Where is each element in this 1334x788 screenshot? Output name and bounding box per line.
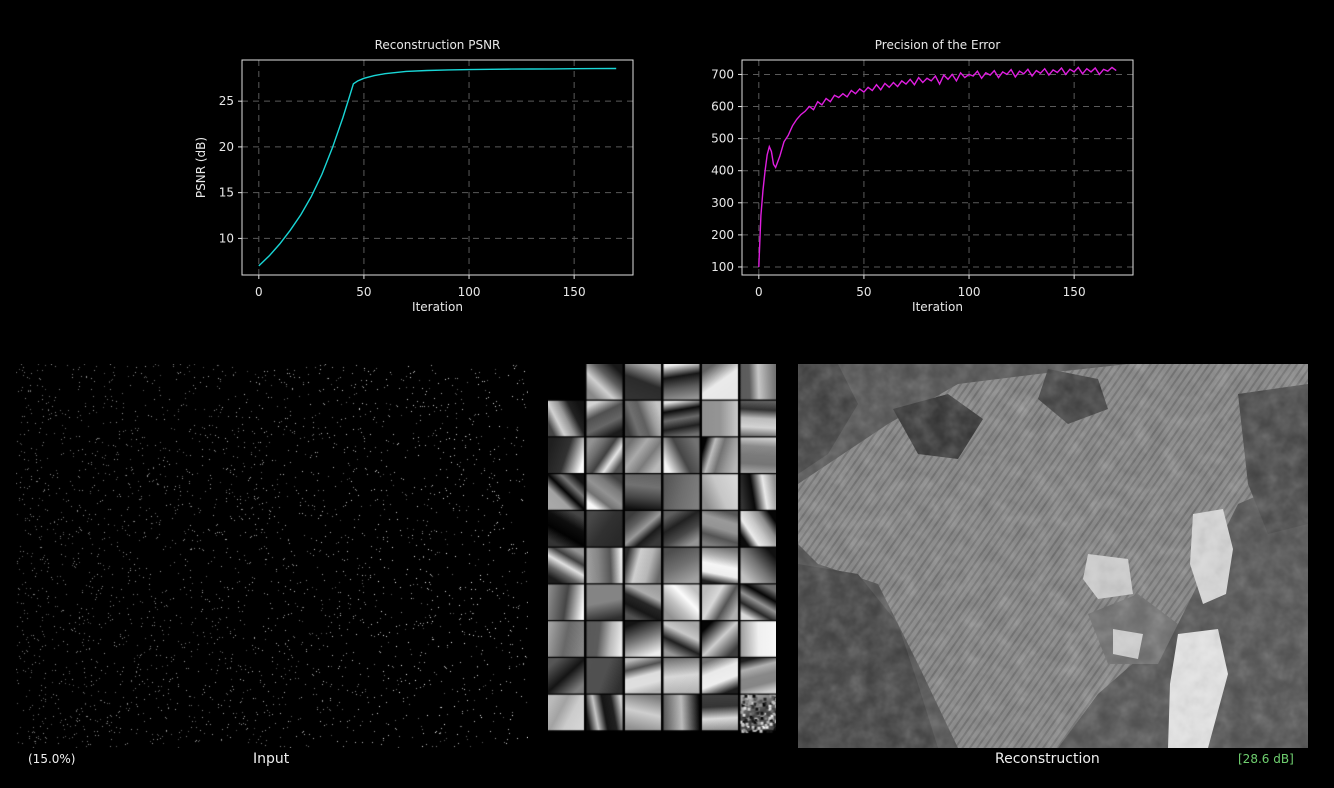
- precision-title: Precision of the Error: [875, 38, 1001, 52]
- reconstruction-image-svg: [798, 364, 1308, 748]
- psnr-ylabel: PSNR (dB): [194, 137, 208, 198]
- psnr-value-label: [28.6 dB]: [1238, 752, 1294, 766]
- precision-xtick-label: 100: [958, 285, 981, 299]
- dictionary-atoms-canvas: [548, 364, 776, 748]
- dictionary-atoms-grid: [548, 364, 776, 748]
- psnr-xtick-label: 0: [255, 285, 263, 299]
- psnr-ytick-label: 20: [219, 140, 234, 154]
- precision-xtick-label: 50: [856, 285, 871, 299]
- precision-series-line: [758, 66, 1117, 268]
- reconstruction-image: [798, 364, 1308, 748]
- psnr-series-line: [258, 67, 617, 267]
- precision-chart: 0 50 100 150 100 200 300 400 500 600 700 Precision …: [667, 0, 1334, 330]
- psnr-ytick-label: 15: [219, 186, 234, 200]
- psnr-xtick-label: 50: [356, 285, 371, 299]
- precision-ytick-label: 200: [711, 228, 734, 242]
- psnr-xtick-label: 100: [458, 285, 481, 299]
- input-image: [16, 364, 528, 748]
- precision-xlabel: Iteration: [912, 300, 963, 314]
- psnr-xlabel: Iteration: [412, 300, 463, 314]
- reconstruction-label: Reconstruction: [995, 751, 1100, 767]
- precision-ytick-label: 600: [711, 100, 734, 114]
- psnr-chart: 0 50 100 150 10 15 20 25 Reconstruction PSNR Iter…: [0, 0, 667, 330]
- psnr-title: Reconstruction PSNR: [375, 38, 501, 52]
- precision-xtick-label: 0: [755, 285, 763, 299]
- input-label: Input: [253, 751, 290, 767]
- precision-xtick-label: 150: [1063, 285, 1086, 299]
- precision-frame: [741, 59, 1134, 276]
- psnr-chart-svg: 0 50 100 150 10 15 20 25 Reconstruction PSNR Iter…: [194, 38, 634, 314]
- precision-ytick-label: 700: [711, 67, 734, 81]
- precision-ytick-label: 500: [711, 132, 734, 146]
- psnr-frame: [241, 59, 634, 276]
- precision-ytick-label: 400: [711, 164, 734, 178]
- sampling-percent-label: (15.0%): [28, 752, 76, 766]
- input-image-canvas: [16, 364, 528, 748]
- precision-chart-svg: 0 50 100 150 100 200 300 400 500 600 700 Precision …: [711, 38, 1134, 314]
- psnr-ytick-label: 10: [219, 231, 234, 245]
- psnr-xtick-label: 150: [563, 285, 586, 299]
- precision-ytick-label: 100: [711, 260, 734, 274]
- psnr-ytick-label: 25: [219, 94, 234, 108]
- precision-ytick-label: 300: [711, 196, 734, 210]
